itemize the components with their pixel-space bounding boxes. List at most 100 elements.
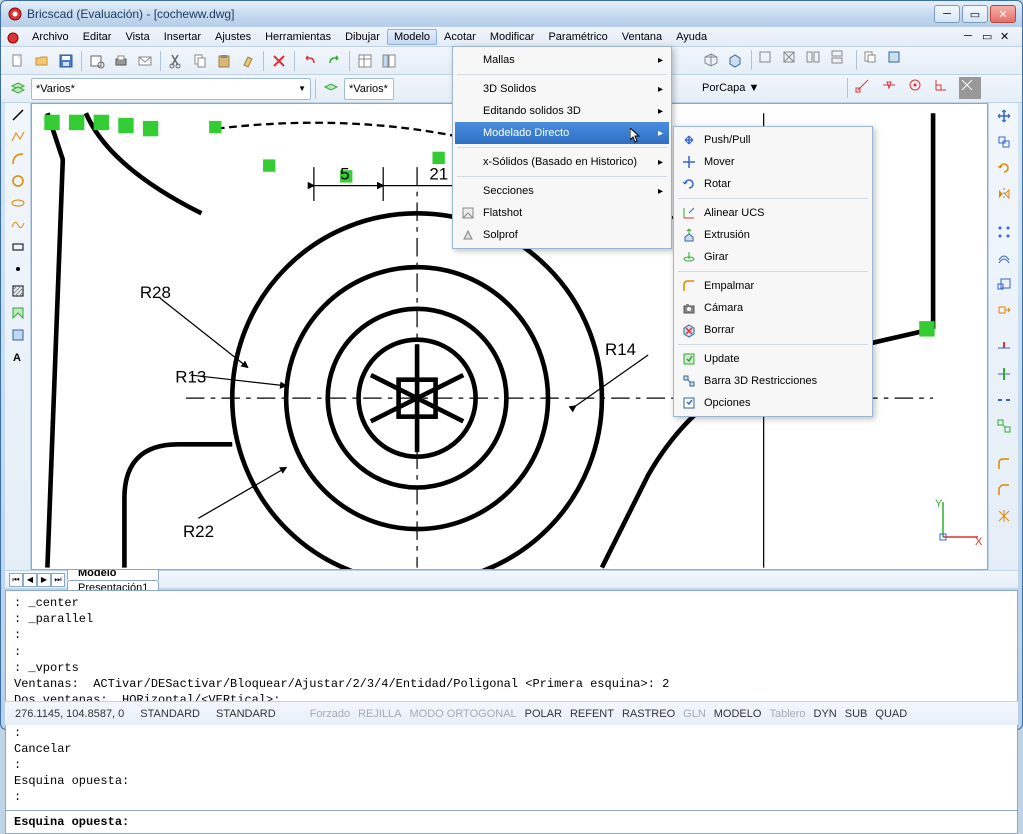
command-input[interactable]: Esquina opuesta: xyxy=(6,810,1017,833)
status-rejilla[interactable]: REJILLA xyxy=(354,708,405,720)
model-icon[interactable] xyxy=(724,49,746,71)
status-coords[interactable]: 276.1145, 104.8587, 0 xyxy=(11,708,128,720)
trim-tool[interactable] xyxy=(993,337,1015,359)
menu-insertar[interactable]: Insertar xyxy=(157,29,208,45)
snap-mid-icon[interactable] xyxy=(881,77,903,99)
split-v-icon[interactable] xyxy=(805,49,827,71)
text-tool[interactable]: A xyxy=(8,347,28,367)
copy-tool[interactable] xyxy=(993,131,1015,153)
point-tool[interactable] xyxy=(8,259,28,279)
break-tool[interactable] xyxy=(993,389,1015,411)
layers-list-icon[interactable] xyxy=(320,78,342,100)
props-button[interactable] xyxy=(354,50,376,72)
status-std1[interactable]: STANDARD xyxy=(136,708,204,720)
menu-item-mallas[interactable]: Mallas xyxy=(455,49,669,71)
move-tool[interactable] xyxy=(993,105,1015,127)
join-tool[interactable] xyxy=(993,415,1015,437)
menu-item-flatshot[interactable]: Flatshot xyxy=(455,202,669,224)
menu-item-mover[interactable]: Mover xyxy=(676,151,870,173)
status-dyn[interactable]: DYN xyxy=(810,708,841,720)
chamfer-tool[interactable] xyxy=(993,479,1015,501)
menu-item-update[interactable]: Update xyxy=(676,348,870,370)
ellipse-tool[interactable] xyxy=(8,193,28,213)
status-polar[interactable]: POLAR xyxy=(521,708,566,720)
menu-ventana[interactable]: Ventana xyxy=(615,29,669,45)
menu-vista[interactable]: Vista xyxy=(118,29,156,45)
mdi-close-button[interactable]: ✕ xyxy=(1000,30,1018,44)
snap-cen-icon[interactable] xyxy=(907,77,929,99)
tab-last-button[interactable]: ⏭ xyxy=(51,573,65,587)
new-button[interactable] xyxy=(7,50,29,72)
box-icon[interactable] xyxy=(757,49,779,71)
linetype-combo[interactable]: PorCapa ▼ xyxy=(690,82,840,94)
undo-button[interactable] xyxy=(299,50,321,72)
layer-combo[interactable]: *Varios* ▼ xyxy=(31,78,311,100)
menu-item-editando-solidos-3d[interactable]: Editando solidos 3D xyxy=(455,100,669,122)
stretch-tool[interactable] xyxy=(993,299,1015,321)
arc-tool[interactable] xyxy=(8,149,28,169)
menu-item-opciones[interactable]: Opciones xyxy=(676,392,870,414)
paste-button[interactable] xyxy=(213,50,235,72)
menu-item-secciones[interactable]: Secciones xyxy=(455,180,669,202)
maximize-button[interactable]: ▭ xyxy=(962,5,988,23)
status-std2[interactable]: STANDARD xyxy=(212,708,280,720)
print-preview-button[interactable] xyxy=(86,50,108,72)
status-gln[interactable]: GLN xyxy=(679,708,710,720)
tab-prev-button[interactable]: ◀ xyxy=(23,573,37,587)
boundary-tool[interactable] xyxy=(8,303,28,323)
print-button[interactable] xyxy=(110,50,132,72)
color-combo[interactable]: *Varios* xyxy=(344,78,394,100)
scale-tool[interactable] xyxy=(993,273,1015,295)
fillet-tool[interactable] xyxy=(993,453,1015,475)
menu-item-3d-solidos[interactable]: 3D Solidos xyxy=(455,78,669,100)
open-button[interactable] xyxy=(31,50,53,72)
explode-tool[interactable] xyxy=(993,505,1015,527)
tab-first-button[interactable]: ⏮ xyxy=(9,573,23,587)
array-tool[interactable] xyxy=(993,221,1015,243)
paste-clip-icon[interactable] xyxy=(886,49,908,71)
copy-button[interactable] xyxy=(189,50,211,72)
redo-button[interactable] xyxy=(323,50,345,72)
close-button[interactable]: ✕ xyxy=(990,5,1016,23)
menu-editar[interactable]: Editar xyxy=(76,29,119,45)
status-quad[interactable]: QUAD xyxy=(871,708,911,720)
mdi-minimize-button[interactable]: ─ xyxy=(964,30,982,44)
menu-item-barra-3d-restricciones[interactable]: Barra 3D Restricciones xyxy=(676,370,870,392)
mdi-restore-button[interactable]: ▭ xyxy=(982,30,1000,44)
status-modo-ortogonal[interactable]: MODO ORTOGONAL xyxy=(405,708,520,720)
menu-dibujar[interactable]: Dibujar xyxy=(338,29,387,45)
extend-tool[interactable] xyxy=(993,363,1015,385)
menu-item-alinear-ucs[interactable]: Alinear UCS xyxy=(676,202,870,224)
polyline-tool[interactable] xyxy=(8,127,28,147)
layer-icon[interactable] xyxy=(7,78,29,100)
menu-item-rotar[interactable]: Rotar xyxy=(676,173,870,195)
send-button[interactable] xyxy=(134,50,156,72)
menu-item-modelado-directo[interactable]: Modelado Directo xyxy=(455,122,669,144)
status-refent[interactable]: REFENT xyxy=(566,708,618,720)
split-h-icon[interactable] xyxy=(829,49,851,71)
3d-view-button[interactable] xyxy=(700,49,722,71)
cut-button[interactable] xyxy=(165,50,187,72)
snap-perp-icon[interactable] xyxy=(933,77,955,99)
menu-item-solprof[interactable]: Solprof xyxy=(455,224,669,246)
menu-ayuda[interactable]: Ayuda xyxy=(669,29,714,45)
save-button[interactable] xyxy=(55,50,77,72)
status-sub[interactable]: SUB xyxy=(841,708,872,720)
menu-item-extrusi-n[interactable]: Extrusión xyxy=(676,224,870,246)
offset-tool[interactable] xyxy=(993,247,1015,269)
menu-item-girar[interactable]: Girar xyxy=(676,246,870,268)
menu-paramétrico[interactable]: Paramétrico xyxy=(541,29,614,45)
menu-modificar[interactable]: Modificar xyxy=(483,29,542,45)
snap-none-icon[interactable] xyxy=(959,77,981,99)
status-forzado[interactable]: Forzado xyxy=(306,708,354,720)
rect-tool[interactable] xyxy=(8,237,28,257)
rotate-tool[interactable] xyxy=(993,157,1015,179)
mirror-tool[interactable] xyxy=(993,183,1015,205)
copy-clip-icon[interactable] xyxy=(862,49,884,71)
wire-icon[interactable] xyxy=(781,49,803,71)
menu-item-empalmar[interactable]: Empalmar xyxy=(676,275,870,297)
status-rastreo[interactable]: RASTREO xyxy=(618,708,679,720)
spline-tool[interactable] xyxy=(8,215,28,235)
circle-tool[interactable] xyxy=(8,171,28,191)
menu-item-x-s-lidos-basado-en-historico-[interactable]: x-Sólidos (Basado en Historico) xyxy=(455,151,669,173)
